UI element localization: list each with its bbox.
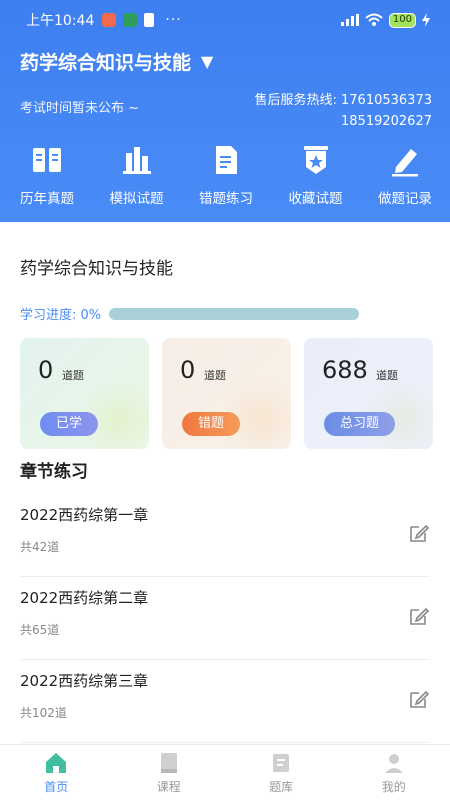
status-time: 上午10:44 — [26, 13, 95, 29]
progress-bar — [109, 307, 360, 320]
nav-question-bank[interactable]: 题库 — [225, 745, 338, 800]
total-tag: 总习题 — [324, 412, 396, 436]
wrong-tag: 错题 — [182, 412, 241, 436]
list-item[interactable]: 2022西药综第三章 共102道 — [20, 660, 430, 743]
user-icon — [384, 753, 403, 773]
document-icon — [216, 146, 237, 174]
menu-label: 做题记录 — [378, 191, 432, 207]
paypal-icon — [144, 13, 155, 27]
menu-wrong-practice[interactable]: 错题练习 — [195, 143, 257, 207]
nav-label: 题库 — [269, 779, 294, 794]
chapter-name: 2022西药综第一章 — [20, 506, 149, 524]
total-unit: 道题 — [376, 369, 398, 382]
course-title: 药学综合知识与技能 — [20, 52, 192, 74]
edit-icon[interactable] — [408, 688, 430, 710]
nav-label: 首页 — [44, 779, 69, 794]
service-hotline: 售后服务热线: 17610536373 18519202627 — [255, 90, 433, 132]
buildings-icon — [122, 147, 151, 174]
bottom-nav: 首页 课程 题库 我的 — [0, 744, 450, 800]
chapter-count: 共42道 — [20, 540, 60, 554]
dropdown-caret-icon: ▼ — [201, 52, 214, 71]
progress-label: 学习进度: 0% — [20, 308, 102, 323]
learned-tag: 已学 — [40, 412, 99, 436]
menu-favorites[interactable]: 收藏试题 — [285, 143, 347, 207]
nav-profile[interactable]: 我的 — [338, 745, 450, 800]
course-book-icon — [160, 752, 177, 773]
feature-menu: 历年真题 模拟试题 错题练习 收藏试题 做题记录 — [0, 143, 450, 207]
android-icon — [123, 13, 138, 27]
nav-label: 我的 — [381, 779, 406, 794]
signal-icon — [340, 14, 359, 26]
menu-label: 历年真题 — [20, 191, 74, 207]
study-progress: 学习进度: 0% — [20, 304, 360, 323]
menu-label: 收藏试题 — [288, 191, 343, 207]
menu-label: 模拟试题 — [109, 191, 164, 207]
course-selector[interactable]: 药学综合知识与技能 ▼ — [20, 48, 213, 75]
chapter-name: 2022西药综第二章 — [20, 589, 149, 607]
pencil-icon — [392, 149, 418, 177]
nav-course[interactable]: 课程 — [113, 745, 226, 800]
exam-time-note: 考试时间暂未公布 ~ — [20, 101, 140, 116]
question-bank-icon — [273, 753, 290, 772]
list-item[interactable]: 2022西药综第二章 共65道 — [20, 577, 430, 660]
wrong-count: 0 — [180, 356, 196, 384]
menu-label: 错题练习 — [199, 191, 253, 207]
battery-icon: 100 — [388, 12, 416, 28]
status-bar: 上午10:44 ··· 100 — [0, 0, 450, 40]
nav-label: 课程 — [156, 779, 181, 794]
main-content: 药学综合知识与技能 学习进度: 0% 0 道题 已学 0 道题 错题 688 道… — [0, 222, 450, 743]
header-banner: 上午10:44 ··· 100 药学综合知识与技能 ▼ 考试时间暂未公布 ~ 售… — [0, 0, 450, 222]
menu-history[interactable]: 做题记录 — [374, 143, 436, 207]
chapter-count: 共65道 — [20, 623, 60, 637]
chapter-section-title: 章节练习 — [20, 462, 88, 482]
wifi-icon — [365, 13, 383, 26]
book-open-icon — [33, 148, 61, 172]
wrong-unit: 道题 — [204, 369, 226, 382]
hotline-secondary: 18519202627 — [341, 114, 432, 129]
notification-app-icon — [102, 13, 117, 27]
learned-unit: 道题 — [62, 369, 84, 382]
chapter-name: 2022西药综第三章 — [20, 672, 149, 690]
learned-count: 0 — [38, 356, 54, 384]
list-item[interactable]: 2022西药综第一章 共42道 — [20, 494, 430, 577]
learned-card[interactable]: 0 道题 已学 — [20, 338, 149, 449]
wrong-card[interactable]: 0 道题 错题 — [162, 338, 291, 449]
course-name: 药学综合知识与技能 — [20, 259, 173, 279]
hotline-primary: 售后服务热线: 17610536373 — [254, 93, 433, 108]
menu-mock-tests[interactable]: 模拟试题 — [106, 143, 168, 207]
total-count: 688 — [322, 356, 368, 384]
charging-icon — [422, 13, 430, 27]
total-card[interactable]: 688 道题 总习题 — [304, 338, 433, 449]
chapter-count: 共102道 — [20, 706, 67, 720]
edit-icon[interactable] — [408, 605, 430, 627]
nav-home[interactable]: 首页 — [0, 745, 113, 800]
home-icon — [46, 752, 67, 773]
edit-icon[interactable] — [408, 522, 430, 544]
menu-past-exams[interactable]: 历年真题 — [16, 143, 78, 207]
stats-cards: 0 道题 已学 0 道题 错题 688 道题 总习题 — [20, 338, 433, 449]
chapter-list: 2022西药综第一章 共42道 2022西药综第二章 共65道 2022西药综第… — [20, 494, 430, 743]
more-notifications-icon: ··· — [165, 12, 182, 28]
star-badge-icon — [303, 146, 328, 174]
